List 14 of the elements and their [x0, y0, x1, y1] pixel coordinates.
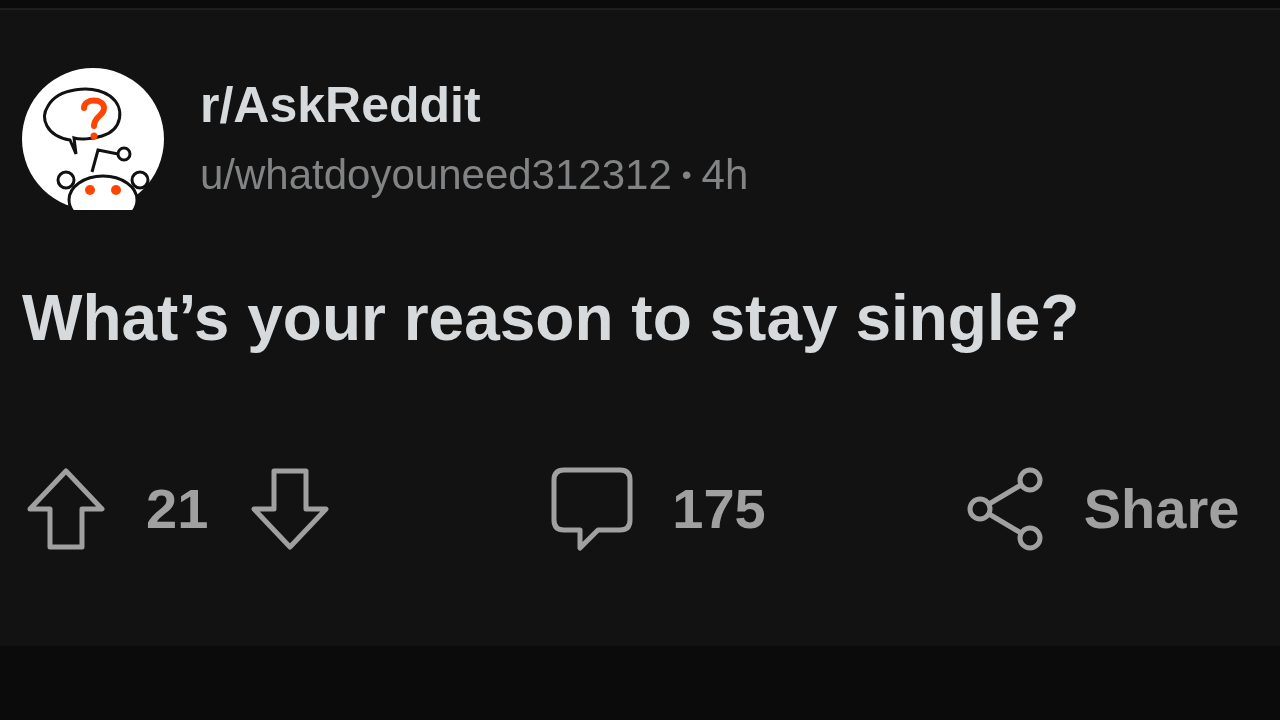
downvote-button[interactable]: [250, 467, 331, 551]
subreddit-link[interactable]: r/AskReddit: [200, 75, 749, 135]
subreddit-avatar-icon[interactable]: [22, 68, 164, 210]
vote-count: 21: [146, 476, 209, 542]
upvote-icon: [26, 467, 106, 551]
upvote-button[interactable]: [26, 467, 106, 551]
share-button[interactable]: Share: [965, 466, 1240, 552]
post-age: 4h: [701, 150, 749, 200]
comment-icon: [550, 466, 635, 552]
separator-dot: •: [681, 158, 692, 192]
author-link[interactable]: u/whatdoyouneed312312: [200, 147, 672, 203]
post-title[interactable]: What’s your reason to stay single?: [0, 278, 1280, 358]
downvote-icon: [250, 467, 331, 551]
comments-button[interactable]: 175: [550, 466, 766, 552]
